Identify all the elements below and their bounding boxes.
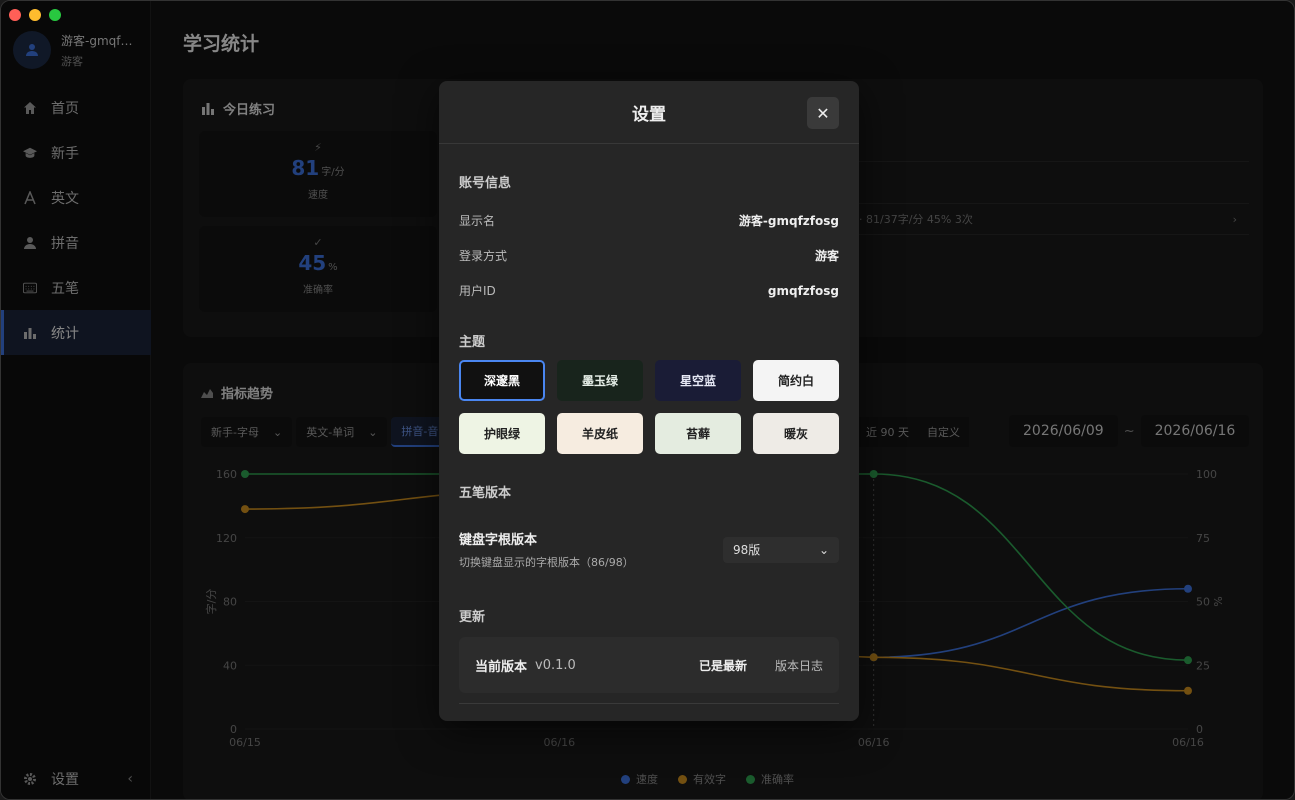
theme-options: 深邃黑 墨玉绿 星空蓝 简约白护眼绿 羊皮纸 苔藓 暖灰 <box>459 360 839 454</box>
changelog-button[interactable]: 版本日志 <box>775 657 823 674</box>
account-row: 用户ID gmqfzfosg <box>459 283 839 299</box>
theme-option[interactable]: 暖灰 <box>753 413 839 454</box>
window-controls <box>9 9 61 21</box>
wubi-version-row: 键盘字根版本 切换键盘显示的字根版本（86/98） 98版 ⌄ <box>459 529 839 570</box>
theme-option[interactable]: 墨玉绿 <box>557 360 643 401</box>
modal-title: 设置 <box>632 104 666 125</box>
theme-option[interactable]: 护眼绿 <box>459 413 545 454</box>
theme-option[interactable]: 简约白 <box>753 360 839 401</box>
close-icon: ✕ <box>816 103 830 123</box>
divider <box>459 703 839 704</box>
window-close-button[interactable] <box>9 9 21 21</box>
wubi-version-title: 键盘字根版本 <box>459 533 538 548</box>
wubi-section-title: 五笔版本 <box>459 486 512 501</box>
account-section-title: 账号信息 <box>459 176 512 191</box>
update-box: 当前版本 v0.1.0 已是最新 版本日志 <box>459 637 839 693</box>
theme-section-title: 主题 <box>459 335 486 350</box>
check-update-button[interactable]: 已是最新 <box>699 657 747 674</box>
chevron-down-icon: ⌄ <box>818 542 829 557</box>
theme-option[interactable]: 苔藓 <box>655 413 741 454</box>
settings-modal: 设置 ✕ 账号信息 显示名 游客-gmqfzfosg 登录方式 游客 用户ID gmq… <box>439 81 859 721</box>
window-minimize-button[interactable] <box>29 9 41 21</box>
wubi-version-subtitle: 切换键盘显示的字根版本（86/98） <box>459 556 634 569</box>
modal-header: 设置 ✕ <box>439 81 859 144</box>
app-window: 游客-gmqf… 游客 首页 新手 英文 拼音 五笔 统计 设置 ‹ 学习统计 … <box>0 0 1295 800</box>
account-info: 显示名 游客-gmqfzfosg 登录方式 游客 用户ID gmqfzfosg <box>459 203 839 308</box>
theme-option[interactable]: 深邃黑 <box>459 360 545 401</box>
modal-body: 账号信息 显示名 游客-gmqfzfosg 登录方式 游客 用户ID gmqfzfos… <box>459 144 839 693</box>
version-number: v0.1.0 <box>535 657 576 673</box>
account-row: 显示名 游客-gmqfzfosg <box>459 214 839 228</box>
wubi-version-select[interactable]: 98版 ⌄ <box>723 536 839 563</box>
theme-option[interactable]: 星空蓝 <box>655 360 741 401</box>
account-row: 登录方式 游客 <box>459 249 839 263</box>
update-section-title: 更新 <box>459 610 486 625</box>
theme-option[interactable]: 羊皮纸 <box>557 413 643 454</box>
window-maximize-button[interactable] <box>49 9 61 21</box>
wubi-version-value: 98版 <box>733 543 761 557</box>
version-label: 当前版本 <box>475 659 528 675</box>
close-button[interactable]: ✕ <box>807 97 839 129</box>
